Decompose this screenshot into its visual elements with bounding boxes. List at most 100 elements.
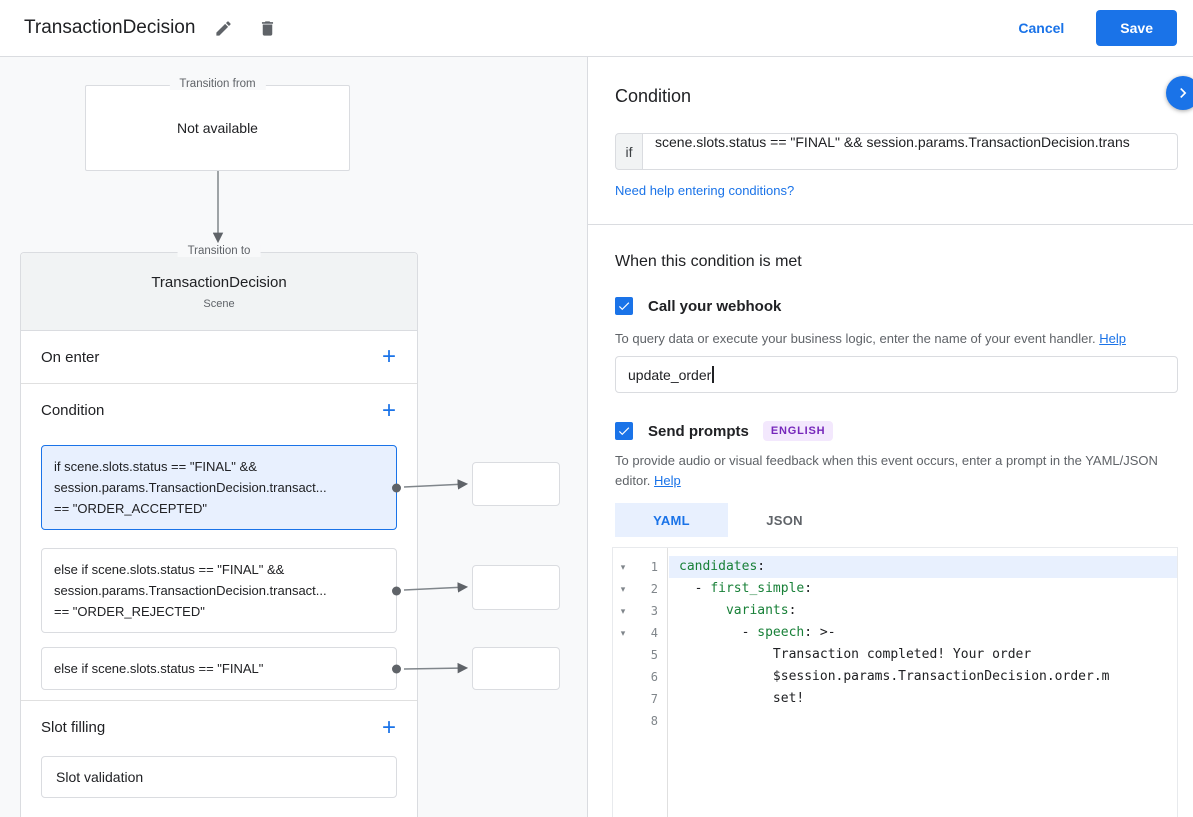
pencil-icon: [214, 19, 233, 38]
transition-from-value: Not available: [177, 120, 258, 136]
transition-from-node: Transition from Not available: [85, 85, 350, 171]
prompts-row: Send prompts ENGLISH: [615, 421, 833, 441]
add-condition-button[interactable]: +: [373, 395, 405, 427]
prompts-description: To provide audio or visual feedback when…: [615, 451, 1172, 491]
line-number: 8: [633, 714, 667, 728]
condition-section-header[interactable]: Condition +: [21, 384, 417, 437]
fold-arrow-icon[interactable]: ▾: [613, 606, 633, 617]
transition-target-box[interactable]: [472, 462, 560, 506]
slot-filling-label: Slot filling: [41, 719, 105, 736]
line-number: 1: [633, 560, 667, 574]
event-handler-input[interactable]: update_order: [615, 356, 1178, 393]
connector-dot[interactable]: [392, 586, 401, 595]
on-enter-row[interactable]: On enter +: [21, 331, 417, 384]
panel-title: Condition: [615, 86, 691, 107]
prompts-help-link[interactable]: Help: [654, 473, 681, 488]
code-token: -: [679, 625, 757, 640]
code-line[interactable]: variants:: [669, 600, 1177, 622]
code-token: :: [757, 559, 765, 574]
code-token: -: [679, 581, 710, 596]
webhook-checkbox[interactable]: [615, 297, 633, 315]
rename-scene-button[interactable]: [207, 12, 239, 44]
condition-expression-row: if scene.slots.status == "FINAL" && sess…: [615, 133, 1178, 170]
line-number: 3: [633, 604, 667, 618]
code-line[interactable]: set!: [669, 688, 1177, 710]
prompts-label: Send prompts: [648, 423, 749, 440]
code-token: Transaction completed! Your order: [679, 647, 1031, 662]
prompts-checkbox[interactable]: [615, 422, 633, 440]
code-line[interactable]: candidates:: [669, 556, 1177, 578]
code-token: variants: [726, 603, 789, 618]
fold-arrow-icon[interactable]: ▾: [613, 628, 633, 639]
conditions-help-link[interactable]: Need help entering conditions?: [615, 183, 794, 198]
line-number: 7: [633, 692, 667, 706]
webhook-row: Call your webhook: [615, 297, 781, 315]
condition-text: == "ORDER_ACCEPTED": [54, 498, 384, 519]
save-button[interactable]: Save: [1096, 10, 1177, 46]
event-handler-value: update_order: [628, 367, 711, 383]
transition-target-box[interactable]: [472, 565, 560, 610]
condition-item[interactable]: if scene.slots.status == "FINAL" &&sessi…: [41, 445, 397, 530]
topbar: TransactionDecision Cancel Save: [0, 0, 1193, 57]
check-icon: [617, 424, 631, 438]
flow-canvas: Transition from Not available Transition…: [0, 57, 588, 817]
condition-text: session.params.TransactionDecision.trans…: [54, 580, 384, 601]
condition-input[interactable]: scene.slots.status == "FINAL" && session…: [643, 133, 1178, 170]
condition-text: else if scene.slots.status == "FINAL" &&: [54, 559, 384, 580]
slot-validation-box[interactable]: Slot validation: [41, 756, 397, 798]
transition-to-card: Transition to TransactionDecision Scene …: [20, 252, 418, 817]
scene-card-header[interactable]: TransactionDecision Scene: [21, 253, 417, 331]
text-caret: [712, 366, 714, 383]
slot-filling-row[interactable]: Slot filling +: [21, 701, 417, 754]
code-line[interactable]: [669, 710, 1177, 732]
slot-validation-label: Slot validation: [56, 769, 143, 785]
page-title: TransactionDecision: [24, 17, 195, 39]
scene-type: Scene: [203, 298, 234, 310]
when-condition-title: When this condition is met: [615, 253, 802, 271]
delete-scene-button[interactable]: [251, 12, 283, 44]
connector-dot[interactable]: [392, 483, 401, 492]
on-enter-label: On enter: [41, 349, 99, 366]
code-line[interactable]: Transaction completed! Your order: [669, 644, 1177, 666]
scene-name: TransactionDecision: [151, 274, 286, 291]
if-chip: if: [615, 133, 643, 170]
condition-section-label: Condition: [41, 402, 104, 419]
transition-from-label: Transition from: [169, 78, 265, 90]
condition-text: else if scene.slots.status == "FINAL": [54, 658, 384, 679]
yaml-editor[interactable]: ▾1▾2▾3▾45678 candidates: - first_simple:…: [612, 547, 1178, 817]
add-on-enter-button[interactable]: +: [373, 341, 405, 373]
code-token: candidates: [679, 559, 757, 574]
line-number: 5: [633, 648, 667, 662]
connector-dot[interactable]: [392, 664, 401, 673]
editor-code[interactable]: candidates: - first_simple: variants: - …: [669, 548, 1177, 817]
editor-gutter: ▾1▾2▾3▾45678: [613, 548, 668, 817]
condition-item[interactable]: else if scene.slots.status == "FINAL" &&…: [41, 548, 397, 633]
code-token: :: [789, 603, 797, 618]
tab-yaml[interactable]: YAML: [615, 503, 728, 537]
condition-text: if scene.slots.status == "FINAL" &&: [54, 456, 384, 477]
code-line[interactable]: - speech: >-: [669, 622, 1177, 644]
webhook-help-link[interactable]: Help: [1099, 331, 1126, 346]
fold-arrow-icon[interactable]: ▾: [613, 562, 633, 573]
code-line[interactable]: - first_simple:: [669, 578, 1177, 600]
code-token: speech: [757, 625, 804, 640]
webhook-description-text: To query data or execute your business l…: [615, 331, 1096, 346]
code-line[interactable]: $session.params.TransactionDecision.orde…: [669, 666, 1177, 688]
condition-section: Condition + if scene.slots.status == "FI…: [21, 384, 417, 701]
prompts-description-text: To provide audio or visual feedback when…: [615, 453, 1158, 488]
fold-arrow-icon[interactable]: ▾: [613, 584, 633, 595]
language-badge: ENGLISH: [763, 421, 834, 441]
condition-panel: Condition if scene.slots.status == "FINA…: [588, 57, 1193, 817]
line-number: 2: [633, 582, 667, 596]
add-slot-button[interactable]: +: [373, 712, 405, 744]
transition-to-label: Transition to: [178, 245, 261, 257]
condition-text: == "ORDER_REJECTED": [54, 601, 384, 622]
scene-editor: TransactionDecision Cancel Save Transiti…: [0, 0, 1193, 817]
cancel-button[interactable]: Cancel: [1018, 20, 1064, 36]
transition-target-box[interactable]: [472, 647, 560, 690]
condition-item[interactable]: else if scene.slots.status == "FINAL": [41, 647, 397, 690]
tab-json[interactable]: JSON: [728, 503, 841, 537]
collapse-panel-button[interactable]: [1166, 76, 1193, 110]
code-token: first_simple: [710, 581, 804, 596]
code-token: >-: [820, 625, 836, 640]
